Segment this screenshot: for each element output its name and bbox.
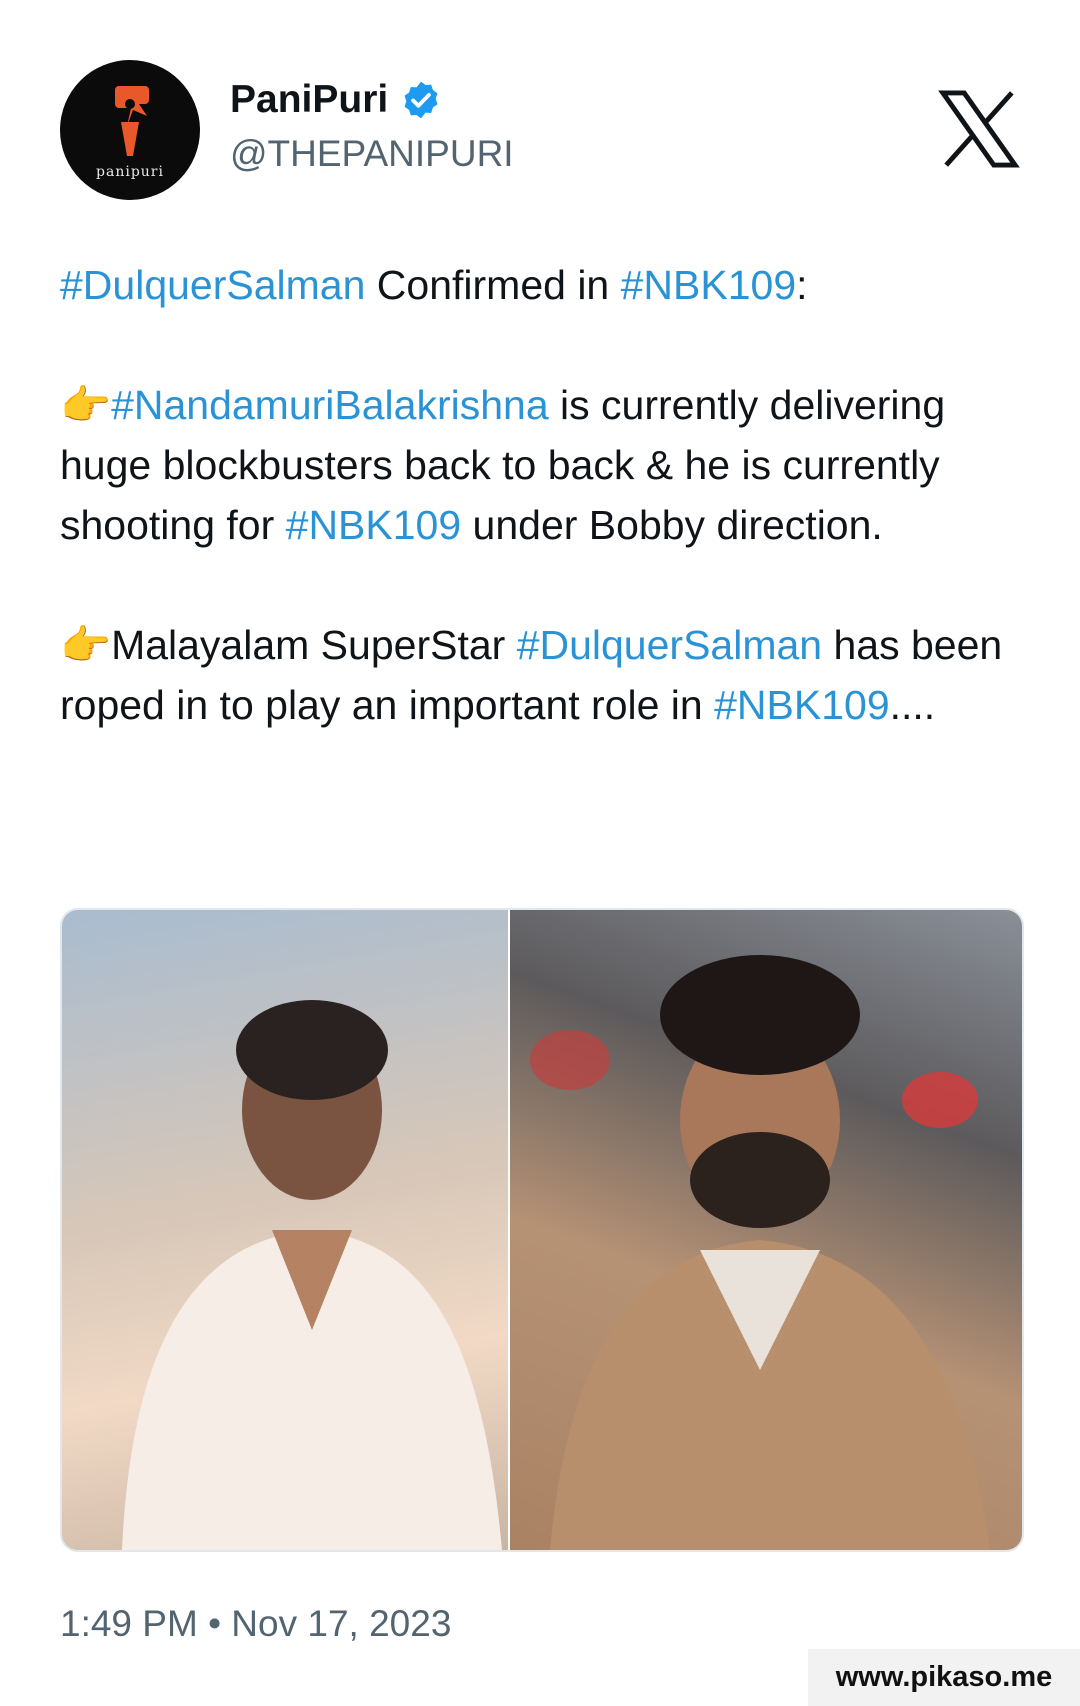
watermark: www.pikaso.me bbox=[808, 1649, 1080, 1706]
tweet-paragraph-2: 👉#NandamuriBalakrishna is currently deli… bbox=[60, 375, 1020, 555]
author-handle[interactable]: @THEPANIPURI bbox=[230, 133, 514, 175]
person-silhouette-icon bbox=[122, 1000, 502, 1550]
avatar-label: panipuri bbox=[96, 164, 164, 180]
tweet-paragraph-1: #DulquerSalman Confirmed in #NBK109: bbox=[60, 255, 1020, 315]
tweet-media[interactable] bbox=[60, 908, 1024, 1552]
tweet-text-segment: .... bbox=[889, 682, 936, 728]
author-name-row: PaniPuri bbox=[230, 78, 442, 122]
tweet-card: panipuri PaniPuri @THEPANIPURI #DulquerS… bbox=[0, 0, 1080, 1706]
tweet-text: #DulquerSalman Confirmed in #NBK109: 👉#N… bbox=[60, 255, 1020, 735]
hashtag-link[interactable]: #NBK109 bbox=[621, 262, 797, 308]
tweet-timestamp[interactable]: 1:49 PM • Nov 17, 2023 bbox=[60, 1603, 451, 1645]
photo-nandamuri-balakrishna[interactable] bbox=[62, 910, 508, 1550]
pointing-hand-emoji-icon: 👉 bbox=[60, 381, 112, 429]
avatar[interactable]: panipuri bbox=[60, 60, 200, 200]
author-display-name[interactable]: PaniPuri bbox=[230, 78, 388, 122]
hashtag-link[interactable]: #NBK109 bbox=[286, 502, 462, 548]
pointing-hand-emoji-icon: 👉 bbox=[60, 621, 112, 669]
hashtag-link[interactable]: #DulquerSalman bbox=[60, 262, 365, 308]
hashtag-link[interactable]: #NandamuriBalakrishna bbox=[111, 382, 549, 428]
tweet-text-segment: under Bobby direction. bbox=[461, 502, 883, 548]
x-logo-icon[interactable] bbox=[938, 88, 1020, 170]
photo-dulquer-salman[interactable] bbox=[510, 910, 1022, 1550]
tweet-text-segment: Malayalam SuperStar bbox=[111, 622, 517, 668]
raised-fist-icon bbox=[115, 86, 149, 156]
verified-badge-icon bbox=[404, 81, 438, 119]
person-silhouette-icon bbox=[530, 955, 990, 1550]
tweet-paragraph-3: 👉Malayalam SuperStar #DulquerSalman has … bbox=[60, 615, 1020, 735]
tweet-text-segment: Confirmed in bbox=[365, 262, 621, 308]
hashtag-link[interactable]: #DulquerSalman bbox=[517, 622, 822, 668]
hashtag-link[interactable]: #NBK109 bbox=[714, 682, 890, 728]
tweet-text-segment: : bbox=[796, 262, 808, 308]
